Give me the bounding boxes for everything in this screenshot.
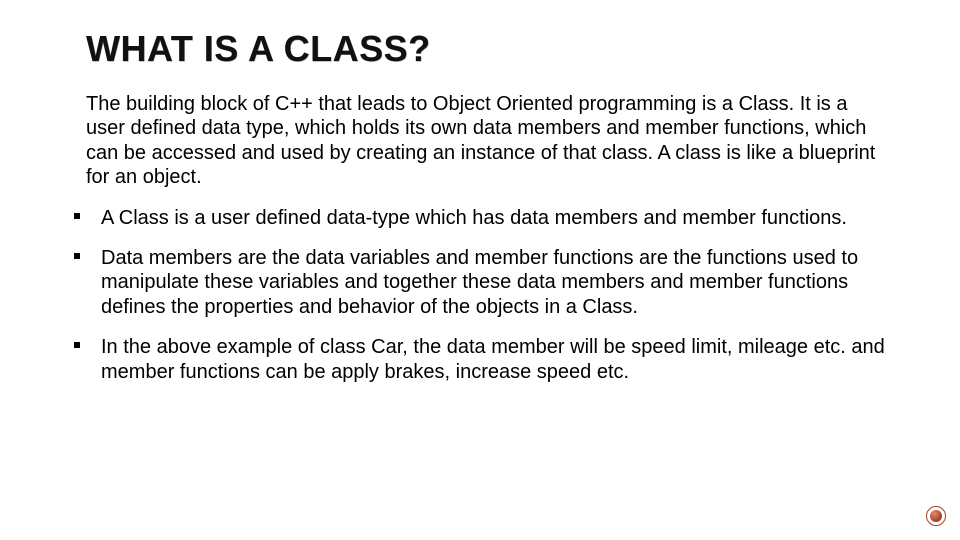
intro-paragraph: The building block of C++ that leads to … [86, 92, 890, 190]
badge-inner-dot [930, 510, 942, 522]
bullet-text: Data members are the data variables and … [101, 247, 858, 318]
slide-title: WHAT IS A CLASS? [86, 28, 890, 70]
bullet-item: A Class is a user defined data-type whic… [86, 206, 890, 230]
bullet-text: A Class is a user defined data-type whic… [101, 207, 847, 229]
square-bullet-icon [74, 213, 80, 219]
square-bullet-icon [74, 342, 80, 348]
bullet-text: In the above example of class Car, the d… [101, 336, 885, 382]
circle-dot-icon [926, 506, 946, 526]
bullet-item: In the above example of class Car, the d… [86, 335, 890, 384]
bullet-list: A Class is a user defined data-type whic… [86, 206, 890, 384]
square-bullet-icon [74, 253, 80, 259]
bullet-item: Data members are the data variables and … [86, 246, 890, 319]
slide: WHAT IS A CLASS? The building block of C… [0, 0, 960, 540]
